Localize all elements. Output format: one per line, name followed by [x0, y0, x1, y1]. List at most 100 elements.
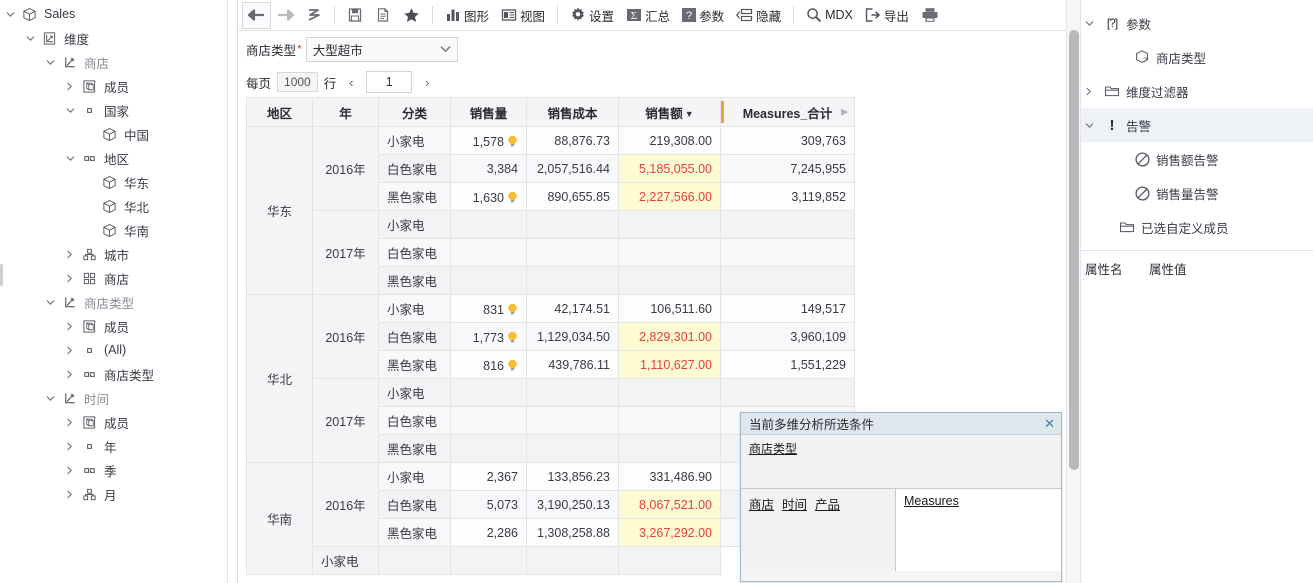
right-tree-item-3[interactable]: ! 告警 — [1081, 108, 1313, 142]
tree-item-16[interactable]: 时间 — [0, 386, 227, 410]
chevron-right-icon[interactable] — [66, 490, 80, 499]
right-tree-item-1[interactable]: ? 商店类型 — [1081, 40, 1313, 74]
sidebar-splitter[interactable] — [228, 0, 238, 583]
column-header-4[interactable]: 销售成本 — [526, 97, 619, 127]
tree-item-10[interactable]: 城市 — [0, 242, 227, 266]
copy-button[interactable] — [369, 2, 397, 29]
chevron-down-icon[interactable] — [66, 155, 80, 162]
right-tree-item-6[interactable]: 已选自定义成员 — [1081, 210, 1313, 244]
chevron-right-icon[interactable] — [1085, 87, 1101, 96]
table-row[interactable]: 华东 2016年 小家电 1,578 88,876.73 219,308.00 309,76… — [246, 126, 855, 295]
column-header-2[interactable]: 分类 — [378, 97, 451, 127]
tree-item-9[interactable]: 华南 — [0, 218, 227, 242]
main-vertical-scrollbar[interactable] — [1066, 0, 1080, 583]
sidebar-scroll-indicator[interactable] — [0, 264, 3, 286]
chevron-down-icon[interactable] — [1085, 20, 1101, 27]
table-row[interactable]: 2017年 小家电 — [247, 210, 855, 295]
tree-item-1[interactable]: 维度 — [0, 26, 227, 50]
cell-quantity — [450, 266, 527, 295]
tree-item-8[interactable]: 华北 — [0, 194, 227, 218]
column-header-5[interactable]: 销售额 ▼ — [618, 97, 721, 127]
tree-item-7[interactable]: 华东 — [0, 170, 227, 194]
tree-item-label: 成员 — [104, 80, 130, 95]
tree-item-11[interactable]: 商店 — [0, 266, 227, 290]
column-header-0[interactable]: 地区 — [246, 97, 313, 127]
chevron-down-icon[interactable] — [46, 299, 60, 306]
chart-button[interactable]: 图形 — [439, 2, 495, 29]
chevron-right-icon[interactable] — [66, 442, 80, 451]
tree-item-0[interactable]: Sales — [0, 2, 227, 26]
column-header-1[interactable]: 年 — [312, 97, 379, 127]
tree-item-15[interactable]: 商店类型 — [0, 362, 227, 386]
popup-row-link[interactable]: 商店 — [749, 498, 774, 512]
sort-desc-icon[interactable]: ▼ — [685, 109, 694, 119]
tree-item-6[interactable]: 地区 — [0, 146, 227, 170]
chevron-down-icon[interactable] — [6, 11, 20, 18]
column-header-6[interactable]: Measures_合计 ▶ — [720, 97, 855, 127]
view-button[interactable]: 视图 — [495, 2, 551, 29]
chevron-right-icon[interactable] — [66, 466, 80, 475]
favorite-button[interactable] — [397, 2, 426, 29]
popup-col-link[interactable]: Measures — [904, 494, 959, 508]
print-button[interactable] — [915, 2, 945, 29]
tree-item-3[interactable]: 成员 — [0, 74, 227, 98]
hide-button[interactable]: 隐藏 — [730, 2, 787, 29]
settings-button[interactable]: 设置 — [564, 2, 620, 29]
tree-item-13[interactable]: 成员 — [0, 314, 227, 338]
store-type-select-value: 大型超市 — [312, 43, 363, 58]
chevron-right-icon[interactable] — [66, 274, 80, 283]
cell-quantity-value: 2,367 — [486, 469, 518, 484]
back-button[interactable] — [242, 1, 271, 29]
tree-item-18[interactable]: 年 — [0, 434, 227, 458]
dimension-tree-sidebar: Sales 维度 商店 成员 国家 中国 地区 华东 华北 华南 城市 商店 商店类型 成员 (All) 商店… — [0, 0, 228, 583]
tree-item-5[interactable]: 中国 — [0, 122, 227, 146]
chevron-right-icon[interactable] — [66, 322, 80, 331]
member-icon — [80, 415, 98, 430]
refresh-button[interactable] — [300, 2, 328, 29]
cell-year: 2017年 — [312, 378, 379, 463]
prev-page-button[interactable]: ‹ — [342, 72, 360, 92]
next-page-button[interactable]: › — [418, 72, 436, 92]
popup-filter-link[interactable]: 商店类型 — [749, 442, 797, 456]
close-icon[interactable]: ✕ — [1044, 416, 1055, 432]
save-button[interactable] — [341, 2, 369, 29]
right-tree-item-4[interactable]: 销售额告警 — [1081, 142, 1313, 176]
chevron-down-icon[interactable] — [1085, 122, 1101, 129]
tree-item-14[interactable]: (All) — [0, 338, 227, 362]
cell-cost: 1,308,258.88 — [526, 518, 619, 547]
column-header-3[interactable]: 销售量 — [450, 97, 527, 127]
right-tree-item-0[interactable]: [?] 参数 — [1081, 6, 1313, 40]
mdx-button[interactable]: MDX — [800, 2, 859, 29]
popup-row-link[interactable]: 产品 — [815, 498, 840, 512]
popup-row-link[interactable]: 时间 — [782, 498, 807, 512]
chevron-down-icon[interactable] — [66, 107, 80, 114]
tree-item-2[interactable]: 商店 — [0, 50, 227, 74]
chevron-right-icon[interactable] — [66, 418, 80, 427]
tree-item-17[interactable]: 成员 — [0, 410, 227, 434]
export-button[interactable]: 导出 — [859, 2, 915, 29]
summary-button[interactable]: Σ 汇总 — [620, 2, 676, 29]
chevron-down-icon[interactable] — [46, 59, 60, 66]
tree-item-19[interactable]: 季 — [0, 458, 227, 482]
table-row[interactable]: 2017年 小家电 — [247, 378, 855, 463]
forward-button[interactable] — [271, 2, 300, 29]
chevron-right-icon[interactable] — [66, 82, 80, 91]
page-number-input[interactable]: 1 — [366, 71, 413, 93]
right-tree-item-2[interactable]: 维度过滤器 — [1081, 74, 1313, 108]
scrollbar-thumb[interactable] — [1069, 30, 1079, 470]
chevron-down-icon[interactable] — [26, 35, 40, 42]
rows-per-page-input[interactable]: 1000 — [277, 72, 318, 92]
chevron-right-icon[interactable] — [66, 346, 80, 355]
chevron-down-icon[interactable] — [46, 395, 60, 402]
params-button[interactable]: ? 参数 — [676, 2, 730, 29]
store-type-select[interactable]: 大型超市 — [305, 36, 458, 62]
table-row[interactable]: 华北 2016年 小家电 831 42,174.51 106,511.60 149,517 — [246, 294, 855, 463]
chevron-right-icon[interactable] — [66, 370, 80, 379]
chevron-right-icon[interactable] — [66, 250, 80, 259]
tree-item-4[interactable]: 国家 — [0, 98, 227, 122]
right-tree-item-5[interactable]: 销售量告警 — [1081, 176, 1313, 210]
tree-item-20[interactable]: 月 — [0, 482, 227, 506]
svg-text:?: ? — [686, 10, 692, 22]
chevron-right-icon[interactable]: ▶ — [841, 107, 848, 118]
tree-item-12[interactable]: 商店类型 — [0, 290, 227, 314]
